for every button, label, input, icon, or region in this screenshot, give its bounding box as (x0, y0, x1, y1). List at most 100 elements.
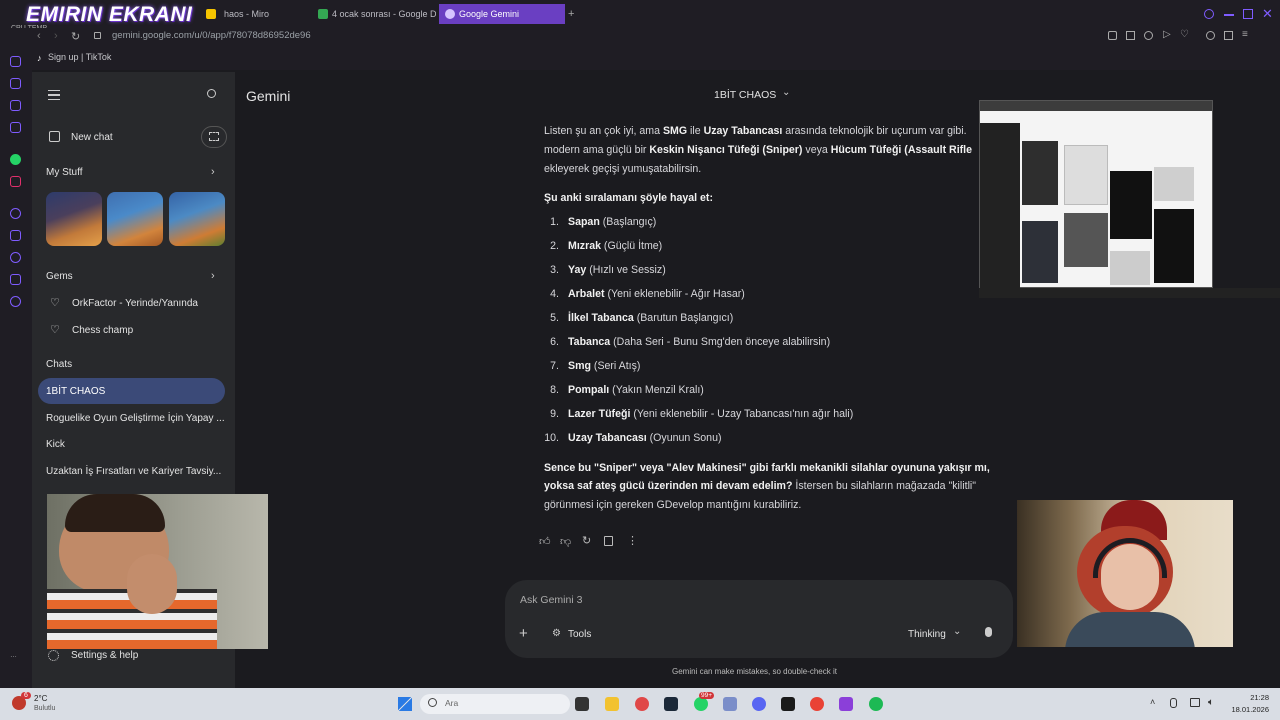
chevron-down-icon[interactable]: ⌄ (782, 87, 790, 98)
close-icon[interactable]: ✕ (1262, 6, 1273, 22)
obs-icon[interactable] (839, 697, 853, 711)
sidebar-app-icon[interactable] (10, 122, 21, 133)
extension-icon[interactable] (1108, 31, 1117, 40)
puzzle-icon[interactable] (1206, 31, 1215, 40)
thumbs-up-icon[interactable]: 👍︎ (539, 535, 551, 548)
regenerate-icon[interactable]: ↻ (582, 534, 591, 547)
thumbs-down-icon[interactable]: 👎︎ (560, 535, 571, 548)
task-view-icon[interactable] (575, 697, 589, 711)
chat-item[interactable]: Uzaktan İş Fırsatları ve Kariyer Tavsiy.… (46, 466, 221, 477)
settings-icon[interactable] (10, 296, 21, 307)
tab-gemini[interactable]: Google Gemini (439, 4, 565, 24)
search-tabs-icon[interactable] (1204, 9, 1214, 19)
new-tab-plus-icon[interactable]: + (568, 9, 578, 20)
more-icon[interactable]: … (10, 652, 17, 659)
chevron-down-icon[interactable]: ⌄ (953, 626, 961, 637)
whatsapp-icon[interactable] (694, 697, 708, 711)
temporary-chat-button[interactable] (201, 126, 227, 148)
extensions-icon[interactable] (10, 274, 21, 285)
settings-help-button[interactable]: Settings & help (71, 650, 138, 661)
gem-item[interactable]: Chess champ (72, 325, 133, 336)
my-stuff-image-thumbnail[interactable] (46, 192, 102, 246)
weather-condition[interactable]: Bulutlu (34, 705, 55, 712)
play-icon[interactable]: ▷ (1163, 29, 1171, 40)
settings-app-icon[interactable] (723, 697, 737, 711)
chat-item[interactable]: Roguelike Oyun Geliştirme İçin Yapay ... (46, 413, 225, 424)
url-field[interactable]: gemini.google.com/u/0/app/f78078d86952de… (112, 30, 311, 41)
add-attachment-icon[interactable]: + (519, 625, 528, 642)
opera-icon[interactable] (635, 697, 649, 711)
back-icon[interactable]: ‹ (37, 30, 41, 42)
gem-item[interactable]: OrkFactor - Yerinde/Yanında (72, 298, 198, 309)
tab-miro[interactable]: haos - Miro (200, 4, 310, 24)
app-title[interactable]: Gemini (246, 88, 290, 104)
hamburger-menu-icon[interactable] (48, 90, 60, 100)
chat-item[interactable]: Kick (46, 439, 65, 450)
file-explorer-icon[interactable] (605, 697, 619, 711)
whatsapp-icon[interactable] (10, 154, 21, 165)
history-icon[interactable] (10, 252, 21, 263)
steam-icon[interactable] (664, 697, 678, 711)
tools-button[interactable]: Tools (568, 629, 591, 640)
model-mode-selector[interactable]: Thinking (908, 629, 946, 640)
heart-icon[interactable]: ♡ (1180, 29, 1189, 40)
prompt-input[interactable]: Ask Gemini 3 (520, 594, 582, 606)
terminal-icon[interactable] (781, 697, 795, 711)
gem-icon: ♡ (50, 324, 60, 336)
new-chat-icon[interactable] (49, 131, 60, 142)
list-number: 5. (550, 312, 559, 324)
list-item: Uzay Tabancası (Oyunun Sonu) (568, 432, 722, 444)
response-question: Sence bu "Sniper" veya "Alev Makinesi" g… (544, 462, 990, 474)
weapon-description: (Daha Seri - Bunu Smg'den önceye alabili… (610, 336, 831, 348)
forward-icon[interactable]: › (54, 30, 58, 42)
tab-google-docs[interactable]: 4 ocak sonrası - Google D (312, 4, 436, 24)
sidebar-app-icon[interactable] (10, 78, 21, 89)
clock-date[interactable]: 18.01.2026 (1226, 705, 1269, 714)
minimize-icon[interactable] (1224, 14, 1234, 16)
network-icon[interactable] (1190, 698, 1200, 707)
maximize-icon[interactable] (1243, 9, 1253, 19)
instagram-icon[interactable] (10, 176, 21, 187)
volume-icon[interactable]: 🔈︎ (1208, 697, 1214, 708)
text-segment: ile (687, 125, 704, 137)
sidebar-app-icon[interactable] (10, 100, 21, 111)
weather-temp[interactable]: 2°C (34, 694, 47, 703)
copy-icon[interactable] (604, 536, 613, 546)
discord-icon[interactable] (752, 697, 766, 711)
search-icon[interactable] (207, 89, 216, 98)
my-stuff-image-thumbnail[interactable] (169, 192, 225, 246)
clock-time[interactable]: 21:28 (1235, 693, 1269, 702)
bookmark-tiktok[interactable]: Sign up | TikTok (48, 52, 111, 62)
taskbar-search-placeholder[interactable]: Ara (445, 698, 458, 708)
tray-chevron-icon[interactable]: ˄ (1150, 697, 1155, 707)
profile-icon[interactable] (1224, 31, 1233, 40)
gems-header[interactable]: Gems (46, 271, 73, 282)
mic-tray-icon[interactable] (1170, 698, 1177, 708)
menu-icon[interactable]: ≡ (1242, 29, 1248, 40)
weapon-description: (Yeni eklenebilir - Ağır Hasar) (604, 288, 745, 300)
my-stuff-image-thumbnail[interactable] (107, 192, 163, 246)
chat-title[interactable]: 1BİT CHAOS (714, 89, 776, 101)
windows-start-icon[interactable] (398, 697, 412, 711)
list-item: Sapan (Başlangıç) (568, 216, 656, 228)
history-icon[interactable] (1144, 31, 1153, 40)
spotify-icon[interactable] (869, 697, 883, 711)
webcam-streamer (47, 494, 268, 649)
chrome-icon[interactable] (810, 697, 824, 711)
chat-item[interactable]: 1BİT CHAOS (46, 386, 105, 397)
microphone-icon[interactable] (985, 627, 992, 637)
reload-icon[interactable]: ↻ (71, 30, 80, 43)
player-icon[interactable] (10, 208, 21, 219)
taskbar-search-box[interactable] (420, 694, 570, 714)
gear-icon[interactable] (48, 650, 59, 661)
my-stuff-header[interactable]: My Stuff (46, 167, 83, 178)
bookmark-icon[interactable] (10, 230, 21, 241)
new-chat-button[interactable]: New chat (71, 132, 113, 143)
prompt-input-box[interactable] (505, 580, 1013, 658)
sidebar-app-icon[interactable] (10, 56, 21, 67)
chevron-right-icon[interactable]: › (211, 270, 215, 282)
screenshot-icon[interactable] (1126, 31, 1135, 40)
weapon-description: (Seri Atış) (590, 360, 641, 372)
more-options-icon[interactable]: ⋮ (627, 534, 638, 547)
chevron-right-icon[interactable]: › (211, 166, 215, 178)
